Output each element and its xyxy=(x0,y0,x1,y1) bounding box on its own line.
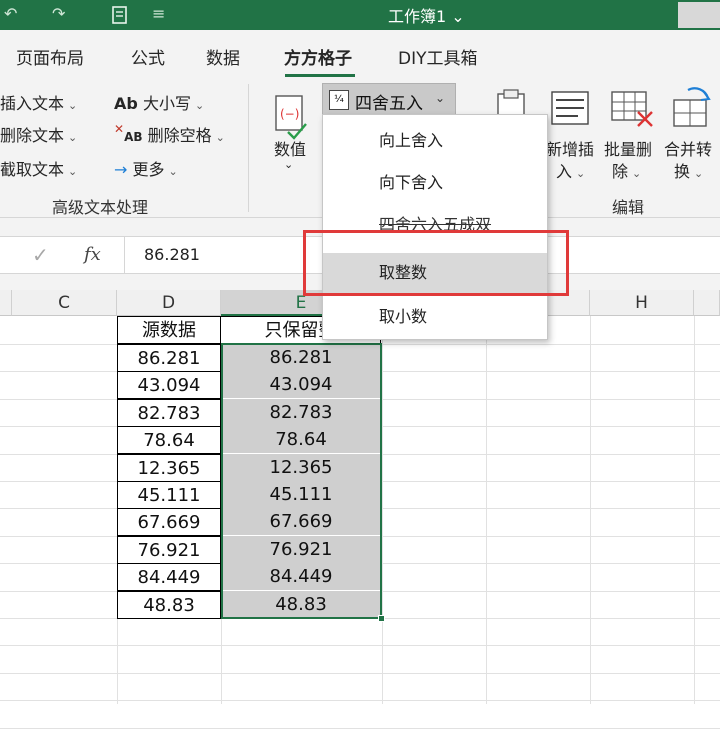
round-icon: ¼ xyxy=(329,90,349,110)
cell-e-value[interactable]: 84.449 xyxy=(221,563,381,591)
merge-convert-icon xyxy=(673,87,711,127)
annotation-highlight-box xyxy=(303,230,569,296)
column-header-c[interactable]: C xyxy=(12,290,117,316)
cell-d-header[interactable]: 源数据 xyxy=(117,316,221,344)
redo-icon[interactable]: ↷ xyxy=(52,4,65,23)
workbook-title[interactable]: 工作簿1 ⌄ xyxy=(388,3,465,27)
cell-e-value[interactable]: 45.111 xyxy=(221,481,381,509)
round-dropdown-menu: 向上舍入 向下舍入 四舍六入五成双 取整数 取小数 xyxy=(322,114,548,340)
new-insert-button[interactable]: 新增插 xyxy=(546,136,594,160)
cell-e-value[interactable]: 82.783 xyxy=(221,399,381,427)
extract-text-button[interactable]: 截取文本 ⌄ xyxy=(0,156,77,180)
delete-spaces-button[interactable]: ✕AB 删除空格 ⌄ xyxy=(114,122,225,146)
gridline-horizontal xyxy=(0,673,720,674)
cell-e-value[interactable]: 67.669 xyxy=(221,508,381,536)
cell-d-value[interactable]: 43.094 xyxy=(117,371,221,399)
chevron-down-icon: ⌄ xyxy=(576,167,586,180)
menu-item-decimal[interactable]: 取小数 xyxy=(323,297,547,337)
batch-delete-button-line2[interactable]: 除 ⌄ xyxy=(612,158,641,182)
chevron-down-icon: ⌄ xyxy=(68,99,78,112)
case-icon: Ab xyxy=(114,94,138,113)
chevron-down-icon: ⌄ xyxy=(435,91,446,105)
merge-convert-button-line2[interactable]: 换 ⌄ xyxy=(674,158,703,182)
customize-quick-access-icon[interactable]: ≡ xyxy=(152,4,165,23)
delete-spaces-icon: AB xyxy=(124,130,143,144)
cell-e-value[interactable]: 86.281 xyxy=(221,344,381,372)
new-insert-button-line2[interactable]: 入 ⌄ xyxy=(556,158,585,182)
row-header-corner[interactable] xyxy=(0,290,12,316)
round-dropdown-button[interactable]: ¼ 四舍五入 ⌄ xyxy=(322,83,456,115)
cell-e-value[interactable]: 78.64 xyxy=(221,426,381,454)
batch-delete-button[interactable]: 批量删 xyxy=(604,136,652,160)
menu-item-round-up[interactable]: 向上舍入 xyxy=(323,121,547,161)
ribbon-tabs: 页面布局 公式 数据 方方格子 DIY工具箱 xyxy=(0,30,720,80)
numeric-value-icon: (−) xyxy=(275,95,307,140)
cell-d-value[interactable]: 45.111 xyxy=(117,481,221,509)
cell-e-value[interactable]: 43.094 xyxy=(221,371,381,399)
undo-icon[interactable]: ↶ xyxy=(4,4,17,23)
active-tab-indicator xyxy=(285,74,355,77)
formula-separator xyxy=(124,237,125,273)
chevron-down-icon[interactable]: ⌄ xyxy=(284,158,293,171)
cell-e-value[interactable]: 48.83 xyxy=(221,591,381,619)
cell-d-value[interactable]: 82.783 xyxy=(117,399,221,427)
cell-d-value[interactable]: 86.281 xyxy=(117,344,221,372)
cell-e-value[interactable]: 12.365 xyxy=(221,454,381,482)
more-button[interactable]: → 更多 ⌄ xyxy=(114,156,178,180)
touch-mode-icon[interactable] xyxy=(110,4,130,26)
cell-d-value[interactable]: 67.669 xyxy=(117,508,221,536)
group-divider xyxy=(248,84,249,212)
merge-convert-button[interactable]: 合并转 xyxy=(664,136,712,160)
chevron-down-icon: ⌄ xyxy=(632,167,642,180)
cell-d-value[interactable]: 84.449 xyxy=(117,563,221,591)
account-area[interactable] xyxy=(678,2,720,28)
cell-d-value[interactable]: 78.64 xyxy=(117,426,221,454)
enter-check-icon[interactable]: ✓ xyxy=(32,243,49,267)
column-header-h[interactable]: H xyxy=(590,290,694,316)
group-label-edit: 编辑 xyxy=(612,198,645,217)
delete-text-button[interactable]: 删除文本 ⌄ xyxy=(0,122,77,146)
case-button[interactable]: Ab 大小写 ⌄ xyxy=(114,90,204,114)
cell-d-value[interactable]: 48.83 xyxy=(117,591,221,619)
svg-text:(−): (−) xyxy=(280,107,299,121)
round-button-label: 四舍五入 xyxy=(355,94,423,114)
value-button[interactable]: 数值 xyxy=(274,136,306,160)
chevron-down-icon: ⌄ xyxy=(215,131,225,144)
tab-fangfang-gezi[interactable]: 方方格子 xyxy=(284,44,352,69)
cell-d-value[interactable]: 76.921 xyxy=(117,536,221,564)
chevron-down-icon: ⌄ xyxy=(194,99,205,112)
formula-input[interactable]: 86.281 xyxy=(144,245,200,264)
chevron-down-icon: ⌄ xyxy=(68,165,78,178)
insert-rows-icon xyxy=(551,91,589,125)
menu-item-round-down[interactable]: 向下舍入 xyxy=(323,163,547,203)
tab-diy-toolbox[interactable]: DIY工具箱 xyxy=(398,44,478,69)
chevron-down-icon: ⌄ xyxy=(168,165,178,178)
chevron-down-icon: ⌄ xyxy=(68,131,78,144)
insert-function-icon[interactable]: fx xyxy=(84,244,101,265)
tab-data[interactable]: 数据 xyxy=(206,44,240,69)
cell-e-value[interactable]: 76.921 xyxy=(221,536,381,564)
cell-d-value[interactable]: 12.365 xyxy=(117,454,221,482)
arrow-right-icon: → xyxy=(114,160,128,179)
title-bar: ↶ ↷ ≡ 工作簿1 ⌄ xyxy=(0,0,720,30)
group-label-advanced-text: 高级文本处理 xyxy=(52,198,149,217)
tab-formulas[interactable]: 公式 xyxy=(131,44,165,69)
insert-text-button[interactable]: 插入文本 ⌄ xyxy=(0,90,77,114)
fill-handle[interactable] xyxy=(378,615,385,622)
column-header-d[interactable]: D xyxy=(117,290,221,316)
gridline-horizontal xyxy=(0,645,720,646)
column-header-i[interactable] xyxy=(694,290,720,316)
batch-delete-icon xyxy=(611,91,653,127)
tab-page-layout[interactable]: 页面布局 xyxy=(16,44,84,69)
chevron-down-icon: ⌄ xyxy=(694,167,704,180)
delete-spaces-x-icon: ✕ xyxy=(114,122,125,136)
gridline-horizontal xyxy=(0,700,720,701)
